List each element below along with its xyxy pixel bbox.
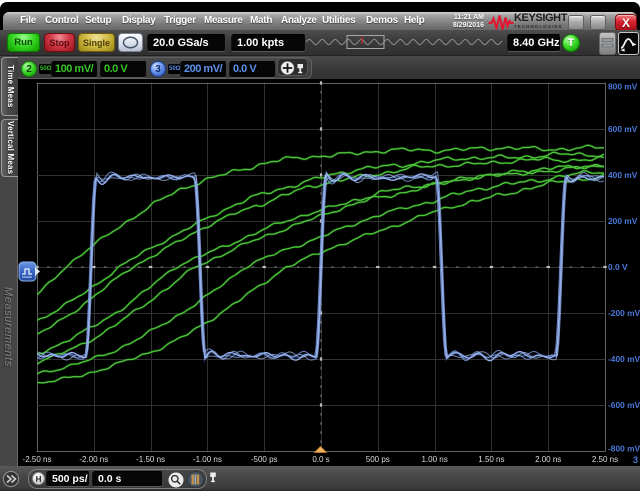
svg-text:2.50 ns: 2.50 ns: [592, 455, 618, 464]
svg-text:600 mV: 600 mV: [608, 124, 638, 134]
svg-text:800 mV: 800 mV: [608, 82, 638, 92]
svg-text:0.0 s: 0.0 s: [312, 455, 329, 464]
svg-text:-1.00 ns: -1.00 ns: [193, 455, 222, 464]
svg-text:1.50 ns: 1.50 ns: [478, 455, 504, 464]
svg-text:0.0 V: 0.0 V: [608, 262, 628, 272]
svg-text:-800 mV: -800 mV: [608, 444, 640, 454]
svg-text:-2.00 ns: -2.00 ns: [79, 455, 108, 464]
svg-text:-2.50 ns: -2.50 ns: [23, 455, 52, 464]
svg-text:-400 mV: -400 mV: [608, 354, 640, 364]
svg-text:1.00 ns: 1.00 ns: [421, 455, 447, 464]
svg-text:3: 3: [633, 455, 638, 465]
svg-text:-500 ps: -500 ps: [251, 455, 278, 464]
svg-text:-600 mV: -600 mV: [608, 400, 640, 410]
svg-text:400 mV: 400 mV: [608, 170, 638, 180]
svg-text:200 mV: 200 mV: [608, 216, 638, 226]
svg-text:500 ps: 500 ps: [366, 455, 390, 464]
svg-text:-200 mV: -200 mV: [608, 308, 640, 318]
svg-text:2.00 ns: 2.00 ns: [535, 455, 561, 464]
svg-text:-1.50 ns: -1.50 ns: [136, 455, 165, 464]
